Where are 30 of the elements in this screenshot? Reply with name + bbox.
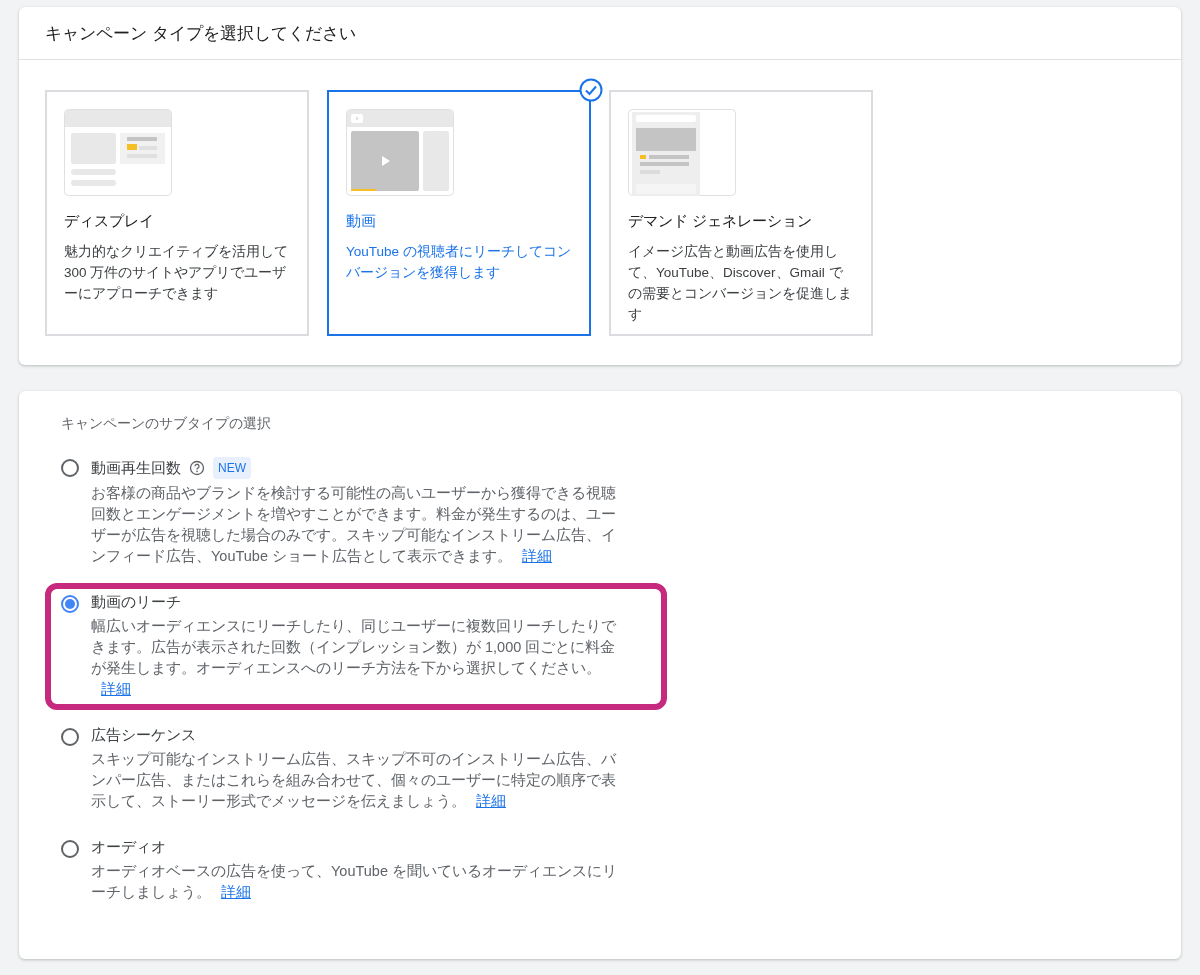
card-title: 動画 [346,212,377,231]
campaign-type-card[interactable]: ディスプレイ 魅力的なクリエイティブを活用して 300 万件のサイトやアプリでユーザーにアプローチできます [45,90,309,336]
radio-button[interactable] [61,459,79,477]
help-icon[interactable] [189,460,205,476]
option-description: スキップ可能なインストリーム広告、スキップ不可のインストリーム広告、バンパー広告、またはこれらを組み合わせて、個々のユーザーに特定の順序で表示して、ストーリー形式でメッセージを伝えましょう。 詳細 [91,750,618,811]
panel-title: キャンペーン タイプを選択してください [19,7,1181,60]
option-label: 広告シーケンス [91,726,196,745]
new-badge: NEW [213,457,251,479]
details-link[interactable]: 詳細 [101,681,131,697]
card-title: デマンド ジェネレーション [628,212,814,231]
option-description: オーディオベースの広告を使って、YouTube を聞いているオーディエンスにリーチしましょう。 詳細 [91,862,618,902]
details-link[interactable]: 詳細 [476,793,506,809]
option-label: オーディオ [91,838,166,857]
details-link[interactable]: 詳細 [522,548,552,564]
option-label: 動画再生回数 [91,458,181,478]
details-link[interactable]: 詳細 [221,884,251,900]
campaign-type-card[interactable]: 動画 YouTube の視聴者にリーチしてコンバージョンを獲得します [327,90,591,336]
radio-button[interactable] [61,595,79,613]
card-title: ディスプレイ [64,212,155,231]
option-label: 動画のリーチ [91,593,181,612]
card-description: 魅力的なクリエイティブを活用して 300 万件のサイトやアプリでユーザーにアプローチできます [64,243,289,303]
section-heading: キャンペーンのサブタイプの選択 [61,415,272,433]
option-description: 幅広いオーディエンスにリーチしたり、同じユーザーに複数回リーチしたりできます。広告が表示された回数（インプレッション数）が 1,000 回ごとに料金が発生します。オーディエンスへのリーチ方法を下から選択してください。 詳細 [91,617,617,699]
radio-button[interactable] [61,840,79,858]
option-description: お客様の商品やブランドを検討する可能性の高いユーザーから獲得できる視聴回数とエンゲージメントを増やすことができます。料金が発生するのは、ユーザーが広告を視聴した場合のみです。スキップ可能なインストリーム広告、インフィード広告、YouTube ショート広告として表示できます。 詳細 [91,484,617,566]
campaign-type-card[interactable]: デマンド ジェネレーション イメージ広告と動画広告を使用して、YouTube、Discover、Gmail での需要とコンバージョンを促進します [609,90,873,336]
check-icon [579,78,603,102]
card-description: イメージ広告と動画広告を使用して、YouTube、Discover、Gmail での需要とコンバージョンを促進します [628,243,853,324]
radio-button[interactable] [61,728,79,746]
card-description: YouTube の視聴者にリーチしてコンバージョンを獲得します [346,243,572,282]
